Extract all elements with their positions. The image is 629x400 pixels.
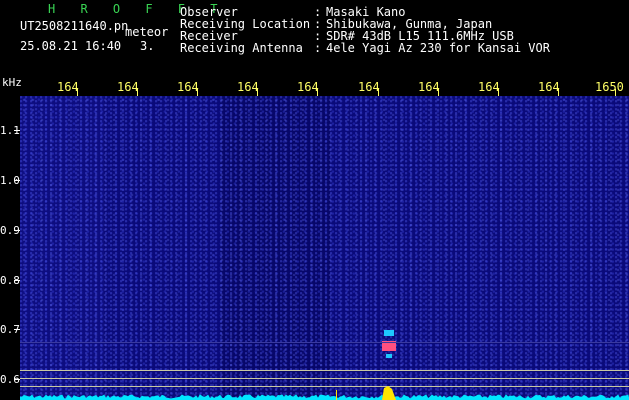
antenna-sep: : [314, 41, 322, 55]
mode-label: meteor [125, 25, 169, 39]
x-tick-mark [378, 89, 379, 96]
x-tick-mark [615, 89, 616, 96]
x-tick-label: 1650 [595, 80, 624, 94]
meteor-echo [20, 330, 629, 358]
unit-label: kHz [2, 76, 22, 89]
echo-bottom [386, 354, 392, 358]
x-tick-mark [317, 89, 318, 96]
x-tick-label: 164 [478, 80, 500, 94]
echo-marker [336, 390, 337, 400]
x-tick-mark [438, 89, 439, 96]
antenna-value: 4ele Yagi Az 230 for Kansai VOR [326, 41, 550, 55]
antenna-label: Receiving Antenna [180, 41, 303, 55]
reference-line [20, 378, 629, 379]
x-tick-label: 164 [358, 80, 380, 94]
x-tick-mark [137, 89, 138, 96]
x-tick-mark [197, 89, 198, 96]
x-tick-label: 164 [57, 80, 79, 94]
frequency-axis: kHz 164 164 164 164 164 164 164 164 164 1650 [0, 76, 629, 96]
y-axis: 1.1 1.0 0.9 0.8 0.7 0.6 [0, 96, 20, 400]
filename-label: UT2508211640.pn [20, 19, 129, 33]
count-label: 3. [140, 39, 155, 53]
x-tick-label: 164 [237, 80, 259, 94]
reference-line [20, 370, 629, 371]
x-tick-label: 164 [418, 80, 440, 94]
x-tick-mark [498, 89, 499, 96]
echo-spike [382, 386, 396, 400]
power-spectrum-trace [20, 386, 629, 400]
carrier-line [20, 342, 629, 343]
x-tick-label: 164 [538, 80, 560, 94]
x-tick-label: 164 [297, 80, 319, 94]
datetime-label: 25.08.21 16:40 [20, 39, 122, 53]
x-tick-mark [257, 89, 258, 96]
x-tick-mark [558, 89, 559, 96]
spectrogram [20, 96, 629, 400]
x-tick-label: 164 [117, 80, 139, 94]
x-tick-mark [77, 89, 78, 96]
header-panel: H R O F F T UT2508211640.pn meteor 25.08… [0, 0, 629, 76]
echo-top [384, 330, 394, 336]
x-tick-label: 164 [177, 80, 199, 94]
